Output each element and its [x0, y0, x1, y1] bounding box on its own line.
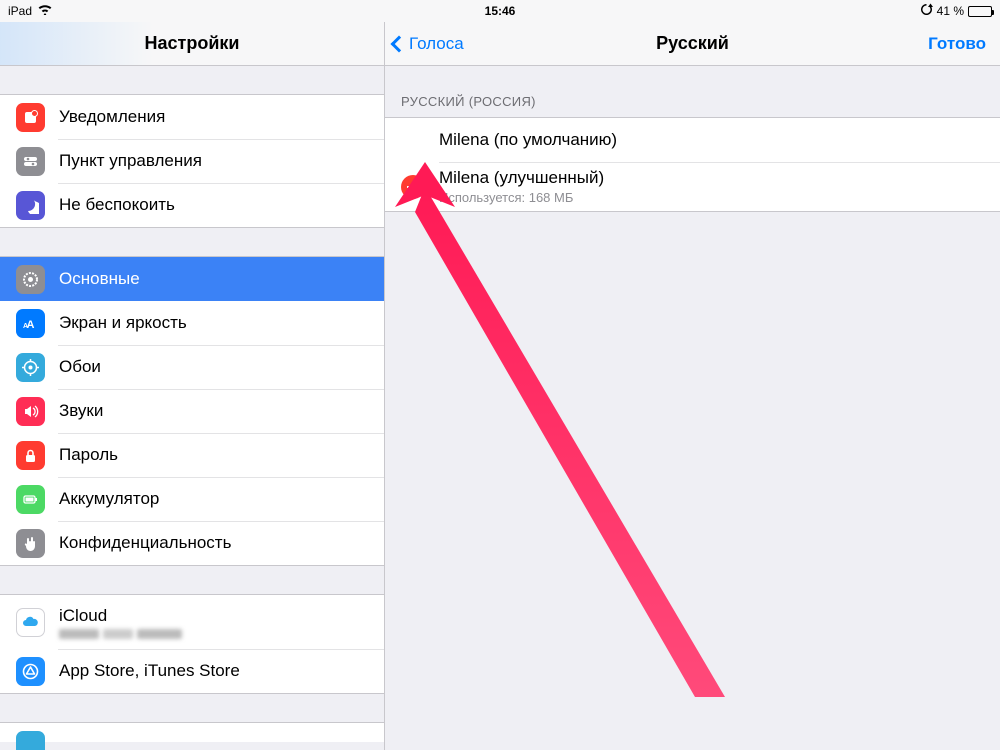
voice-row-enhanced[interactable]: Milena (улучшенный) Используется: 168 МБ	[385, 162, 1000, 211]
svg-text:A: A	[23, 323, 28, 330]
detail-pane: Голоса Русский Готово РУССКИЙ (РОССИЯ) M…	[385, 22, 1000, 750]
settings-sidebar: Настройки Уведомления Пункт управления	[0, 22, 385, 750]
status-carrier: iPad	[8, 4, 32, 18]
battery-settings-icon	[16, 485, 45, 514]
display-icon: AA	[16, 309, 45, 338]
control-center-icon	[16, 147, 45, 176]
sidebar-item-do-not-disturb[interactable]: Не беспокоить	[0, 183, 384, 227]
sidebar-item-partial[interactable]	[0, 723, 384, 750]
sidebar-item-label: App Store, iTunes Store	[59, 661, 240, 681]
sidebar-group-0: Уведомления Пункт управления Не беспокои…	[0, 94, 384, 228]
sidebar-item-label: Основные	[59, 269, 140, 289]
chevron-left-icon	[391, 35, 408, 52]
sync-icon	[920, 3, 933, 19]
sidebar-item-battery[interactable]: Аккумулятор	[0, 477, 384, 521]
icloud-account-redacted	[59, 626, 219, 638]
minus-icon	[407, 186, 419, 188]
sidebar-item-control-center[interactable]: Пункт управления	[0, 139, 384, 183]
sidebar-item-notifications[interactable]: Уведомления	[0, 95, 384, 139]
sidebar-item-label: Уведомления	[59, 107, 165, 127]
sidebar-item-label: Звуки	[59, 401, 103, 421]
voice-title: Milena (улучшенный)	[439, 168, 604, 188]
voice-title: Milena (по умолчанию)	[439, 130, 617, 150]
sidebar-item-privacy[interactable]: Конфиденциальность	[0, 521, 384, 565]
sidebar-item-wallpaper[interactable]: Обои	[0, 345, 384, 389]
voices-list: Milena (по умолчанию) Milena (улучшенный…	[385, 117, 1000, 212]
back-button[interactable]: Голоса	[393, 34, 464, 54]
voice-subtitle: Используется: 168 МБ	[439, 190, 604, 205]
detail-title: Русский	[656, 33, 729, 54]
wifi-icon	[38, 4, 52, 18]
sidebar-item-icloud[interactable]: iCloud	[0, 595, 384, 649]
cloud-icon	[16, 608, 45, 637]
delete-voice-button[interactable]	[401, 175, 425, 199]
moon-icon	[16, 191, 45, 220]
sidebar-item-label: Конфиденциальность	[59, 533, 231, 553]
sidebar-item-appstore[interactable]: App Store, iTunes Store	[0, 649, 384, 693]
detail-navbar: Голоса Русский Готово	[385, 22, 1000, 66]
speaker-icon	[16, 397, 45, 426]
sidebar-item-display[interactable]: AA Экран и яркость	[0, 301, 384, 345]
appstore-icon	[16, 657, 45, 686]
notifications-icon	[16, 103, 45, 132]
sidebar-navbar: Настройки	[0, 22, 384, 66]
sidebar-item-passcode[interactable]: Пароль	[0, 433, 384, 477]
sidebar-item-label: iCloud	[59, 606, 219, 626]
lock-icon	[16, 441, 45, 470]
sidebar-item-sounds[interactable]: Звуки	[0, 389, 384, 433]
sidebar-item-label: Пункт управления	[59, 151, 202, 171]
annotation-arrow	[390, 157, 750, 717]
status-time: 15:46	[485, 4, 516, 18]
done-label: Готово	[928, 34, 986, 53]
sidebar-item-label: Аккумулятор	[59, 489, 159, 509]
gear-icon	[16, 265, 45, 294]
status-bar: iPad 15:46 41 %	[0, 0, 1000, 22]
sidebar-title: Настройки	[145, 33, 240, 54]
sidebar-group-3-partial	[0, 722, 384, 742]
sidebar-item-label: Не беспокоить	[59, 195, 175, 215]
sidebar-item-label: Пароль	[59, 445, 118, 465]
partial-icon	[16, 731, 45, 750]
status-battery-text: 41 %	[937, 4, 964, 18]
wallpaper-icon	[16, 353, 45, 382]
back-label: Голоса	[409, 34, 464, 54]
done-button[interactable]: Готово	[928, 34, 986, 54]
battery-icon	[968, 6, 992, 17]
sidebar-item-general[interactable]: Основные	[0, 257, 384, 301]
sidebar-group-2: iCloud App Store, iTunes Store	[0, 594, 384, 694]
section-header: РУССКИЙ (РОССИЯ)	[385, 66, 1000, 117]
sidebar-item-label: Обои	[59, 357, 101, 377]
voice-row-default[interactable]: Milena (по умолчанию)	[385, 118, 1000, 162]
sidebar-item-label: Экран и яркость	[59, 313, 187, 333]
sidebar-group-1: Основные AA Экран и яркость Обои Звуки	[0, 256, 384, 566]
hand-icon	[16, 529, 45, 558]
